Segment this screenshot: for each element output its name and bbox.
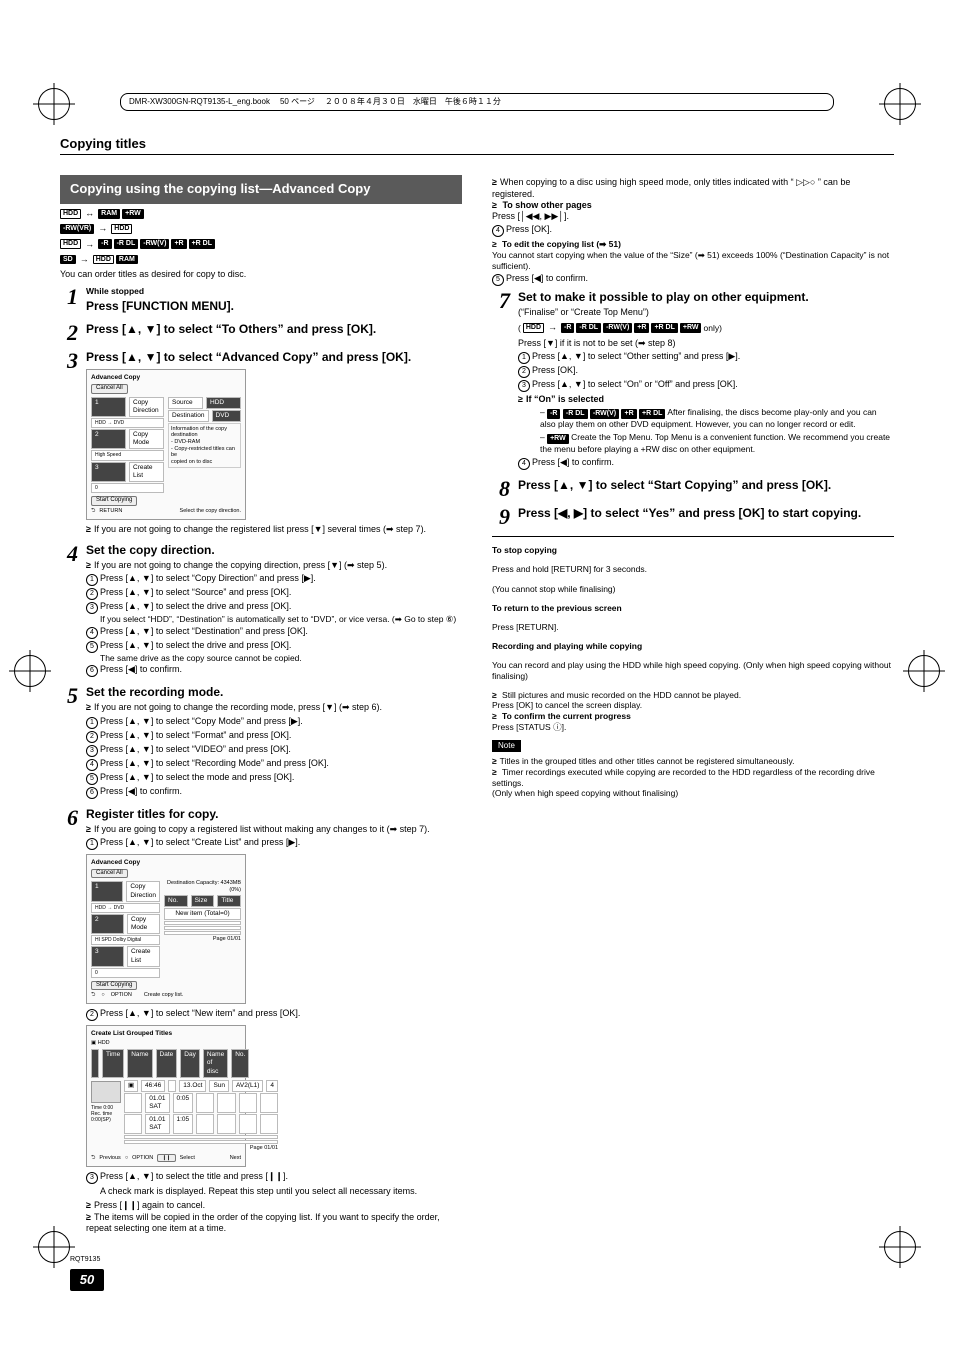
- note-label: Note: [492, 740, 521, 752]
- step-8: 8 Press [▲, ▼] to select “Start Copying”…: [492, 478, 894, 500]
- doc-code: RQT9135: [70, 1256, 100, 1265]
- media-compat-block: HDD ↔ RAM +RW -RW(VR) → HDD HDD → -R -R …: [60, 208, 462, 265]
- step8-title: Press [▲, ▼] to select “Start Copying” a…: [518, 478, 894, 493]
- step1-precondition: While stopped: [86, 286, 462, 297]
- section-header: Copying titles: [60, 136, 894, 155]
- book-page-jp: 50 ページ: [280, 97, 315, 107]
- return-icon: ⮌: [91, 508, 95, 515]
- media-row-2: -RW(VR) → HDD: [60, 223, 462, 234]
- page-number: 50: [70, 1269, 104, 1291]
- step7-title: Set to make it possible to play on other…: [518, 290, 894, 305]
- topic-title: Copying using the copying list—Advanced …: [60, 175, 462, 204]
- step-7: 7 Set to make it possible to play on oth…: [492, 290, 894, 472]
- left-column: Copying using the copying list—Advanced …: [60, 175, 462, 1242]
- to-return-heading: To return to the previous screen: [492, 603, 894, 614]
- step1-title: Press [FUNCTION MENU].: [86, 299, 462, 314]
- step6-title: Register titles for copy.: [86, 807, 462, 822]
- step5-substeps: Press [▲, ▼] to select “Copy Mode” and p…: [86, 716, 462, 799]
- create-list-dialog: Create List Grouped Titles ▣ HDD Time Na…: [86, 1025, 246, 1167]
- advanced-copy-dialog-2: Advanced Copy Cancel All 1Copy Direction…: [86, 854, 246, 1005]
- manual-page: DMR-XW300GN-RQT9135-L_eng.book 50 ページ ２０…: [0, 0, 954, 1351]
- to-stop-copying-heading: To stop copying: [492, 545, 894, 556]
- to-show-other-pages: To show other pages: [502, 200, 591, 210]
- right-column: When copying to a disc using high speed …: [492, 175, 894, 1242]
- media-row-4: SD → HDD RAM: [60, 254, 462, 265]
- step4-title: Set the copy direction.: [86, 543, 462, 558]
- step-2: 2 Press [▲, ▼] to select “To Others” and…: [60, 322, 462, 344]
- media-row-1: HDD ↔ RAM +RW: [60, 208, 462, 219]
- book-filename: DMR-XW300GN-RQT9135-L_eng.book: [129, 97, 270, 107]
- advanced-copy-dialog-1: Advanced Copy Cancel All 1Copy Direction…: [86, 369, 246, 520]
- return-icon: ⮌: [91, 992, 95, 999]
- step2-title: Press [▲, ▼] to select “To Others” and p…: [86, 322, 462, 337]
- intro-text: You can order titles as desired for copy…: [60, 269, 462, 280]
- content-columns: Copying using the copying list—Advanced …: [60, 175, 894, 1242]
- step4-substeps: Press [▲, ▼] to select “Copy Direction” …: [86, 573, 462, 677]
- return-icon: ⮌: [91, 1155, 95, 1162]
- start-copying-button: Start Copying: [91, 496, 137, 506]
- step-4: 4 Set the copy direction. If you are not…: [60, 543, 462, 680]
- destination-info: Information of the copy destination - DV…: [168, 423, 241, 469]
- rec-play-heading: Recording and playing while copying: [492, 641, 894, 652]
- media-row-3: HDD → -R -R DL -RW(V) +R +R DL: [60, 239, 462, 250]
- step-3: 3 Press [▲, ▼] to select “Advanced Copy”…: [60, 350, 462, 537]
- step9-title: Press [◀, ▶] to select “Yes” and press […: [518, 506, 894, 521]
- step3-title: Press [▲, ▼] to select “Advanced Copy” a…: [86, 350, 462, 365]
- step3-note: If you are not going to change the regis…: [86, 524, 462, 535]
- print-spine-header: DMR-XW300GN-RQT9135-L_eng.book 50 ページ ２０…: [120, 93, 834, 111]
- cancel-all-button: Cancel All: [91, 384, 128, 394]
- if-on-selected: If “On” is selected: [518, 394, 894, 405]
- step-1: 1 While stopped Press [FUNCTION MENU].: [60, 286, 462, 316]
- step-6: 6 Register titles for copy. If you are g…: [60, 807, 462, 1237]
- book-date-jp: ２００８年４月３０日 水曜日 午後６時１１分: [325, 97, 501, 107]
- step5-title: Set the recording mode.: [86, 685, 462, 700]
- step-5: 5 Set the recording mode. If you are not…: [60, 685, 462, 800]
- step-9: 9 Press [◀, ▶] to select “Yes” and press…: [492, 506, 894, 528]
